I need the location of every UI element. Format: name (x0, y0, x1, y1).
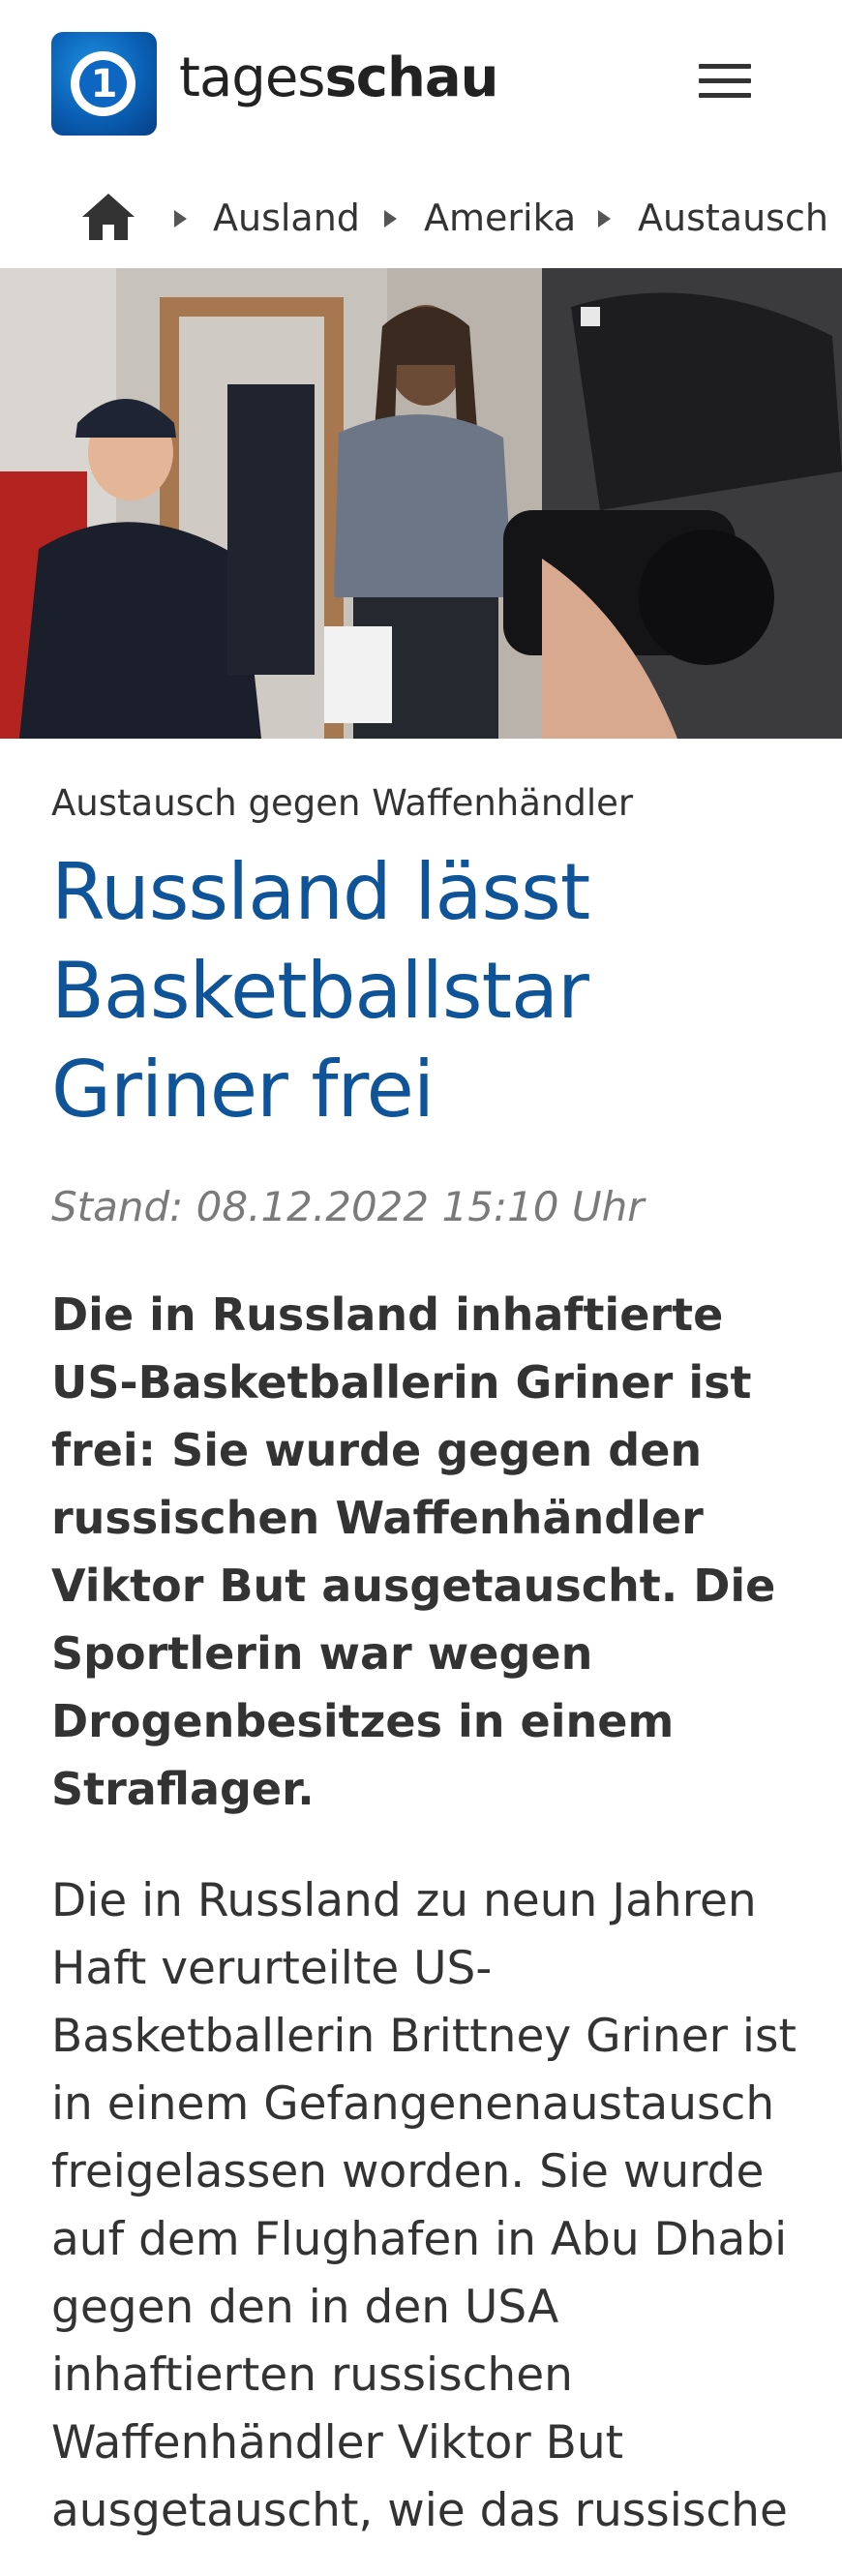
site-header: 1 tagesschau (0, 0, 842, 169)
brand-light: tages (179, 46, 325, 109)
brand-name[interactable]: tagesschau (179, 46, 499, 109)
hero-photo[interactable] (0, 268, 842, 739)
breadcrumb-separator-icon (174, 210, 187, 227)
brand-bold: schau (324, 46, 498, 109)
menu-line-bottom (699, 93, 751, 98)
breadcrumb-item-amerika[interactable]: Amerika (424, 197, 576, 239)
article-lead: Die in Russland inhaftierte US-Basketbal… (51, 1288, 776, 1815)
menu-line-middle (699, 78, 751, 83)
article-headline: Russland lässt Basketballstar Griner fre… (51, 847, 590, 1135)
home-icon[interactable] (80, 192, 136, 242)
article-kicker: Austausch gegen Waffenhändler (51, 782, 634, 824)
breadcrumb-separator-icon (598, 210, 611, 227)
breadcrumb-item-ausland[interactable]: Ausland (213, 197, 360, 239)
tagesschau-logo-icon[interactable]: 1 (51, 32, 157, 136)
menu-line-top (699, 64, 751, 69)
logo-one: 1 (90, 61, 118, 106)
hero-photo-illustration (0, 268, 842, 739)
hamburger-menu-icon[interactable] (695, 58, 755, 103)
breadcrumb-separator-icon (384, 210, 397, 227)
article-date: Stand: 08.12.2022 15:10 Uhr (51, 1183, 645, 1230)
breadcrumb-item-current[interactable]: Austausch gegen Waffenhändler (638, 197, 842, 239)
article: Austausch gegen Waffenhändler Russland l… (51, 770, 797, 2545)
breadcrumb: Ausland Amerika Austausch gegen Waffenhä… (0, 179, 842, 266)
article-body-paragraph: Die in Russland zu neun Jahren Haft veru… (51, 1874, 797, 2537)
